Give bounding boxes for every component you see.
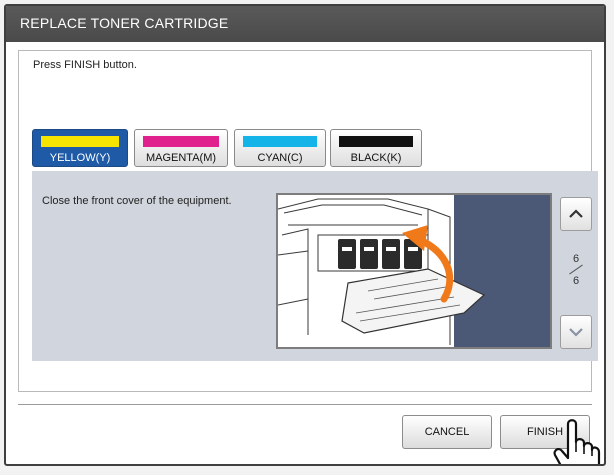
step-panel: Close the front cover of the equipment. <box>32 171 598 361</box>
hand-pointer-icon <box>553 419 601 464</box>
magenta-swatch <box>143 136 219 147</box>
footer-divider <box>18 404 592 405</box>
printer-cover-illustration <box>278 195 550 347</box>
tab-cyan[interactable]: CYAN(C) <box>234 129 326 167</box>
page-down-button[interactable] <box>560 315 592 349</box>
total-pages: 6 <box>572 275 580 287</box>
page-up-button[interactable] <box>560 197 592 231</box>
page-separator <box>569 264 583 275</box>
tab-magenta-label: MAGENTA(M) <box>145 152 217 164</box>
cancel-button[interactable]: CANCEL <box>402 415 492 449</box>
chevron-up-icon <box>569 209 583 218</box>
tab-black[interactable]: BLACK(K) <box>330 129 422 167</box>
current-page: 6 <box>572 253 580 265</box>
black-swatch <box>339 136 413 147</box>
tab-magenta[interactable]: MAGENTA(M) <box>134 129 228 167</box>
instruction-message: Press FINISH button. <box>33 59 137 71</box>
dialog-window: REPLACE TONER CARTRIDGE Press FINISH but… <box>4 4 606 466</box>
step-illustration <box>276 193 552 349</box>
tab-yellow[interactable]: YELLOW(Y) <box>32 129 128 167</box>
tab-yellow-label: YELLOW(Y) <box>49 152 111 164</box>
step-text: Close the front cover of the equipment. <box>42 195 232 207</box>
chevron-down-icon <box>569 328 583 337</box>
title-bar: REPLACE TONER CARTRIDGE <box>6 6 604 42</box>
tab-black-label: BLACK(K) <box>350 152 402 164</box>
cyan-swatch <box>243 136 317 147</box>
yellow-swatch <box>41 136 119 147</box>
dialog-title: REPLACE TONER CARTRIDGE <box>20 15 229 31</box>
tab-cyan-label: CYAN(C) <box>257 152 303 164</box>
